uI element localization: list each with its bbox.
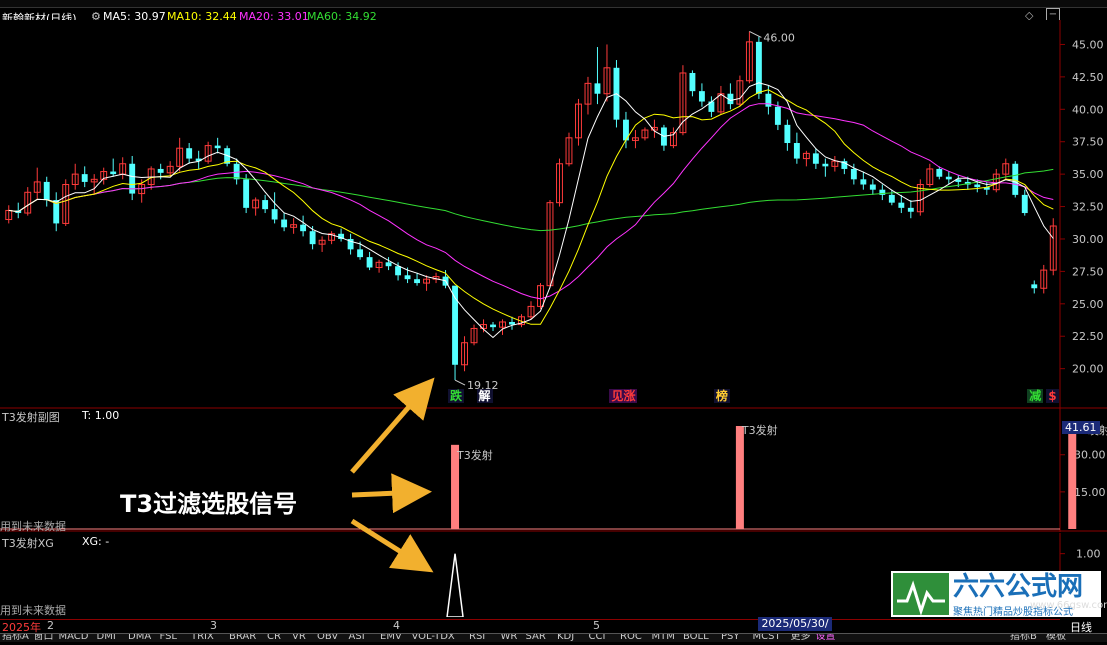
arrow-to-signal: [350, 377, 435, 474]
annotation-text: T3过滤选股信号: [120, 490, 298, 518]
logo-title: 六六公式网: [953, 572, 1084, 602]
logo-mark-icon: [893, 573, 949, 616]
arrow-to-bar: [351, 473, 432, 514]
arrow-to-xg: [350, 518, 434, 573]
annotation-arrows: [350, 377, 435, 573]
logo-url: www.66gsw.com: [1030, 600, 1107, 611]
